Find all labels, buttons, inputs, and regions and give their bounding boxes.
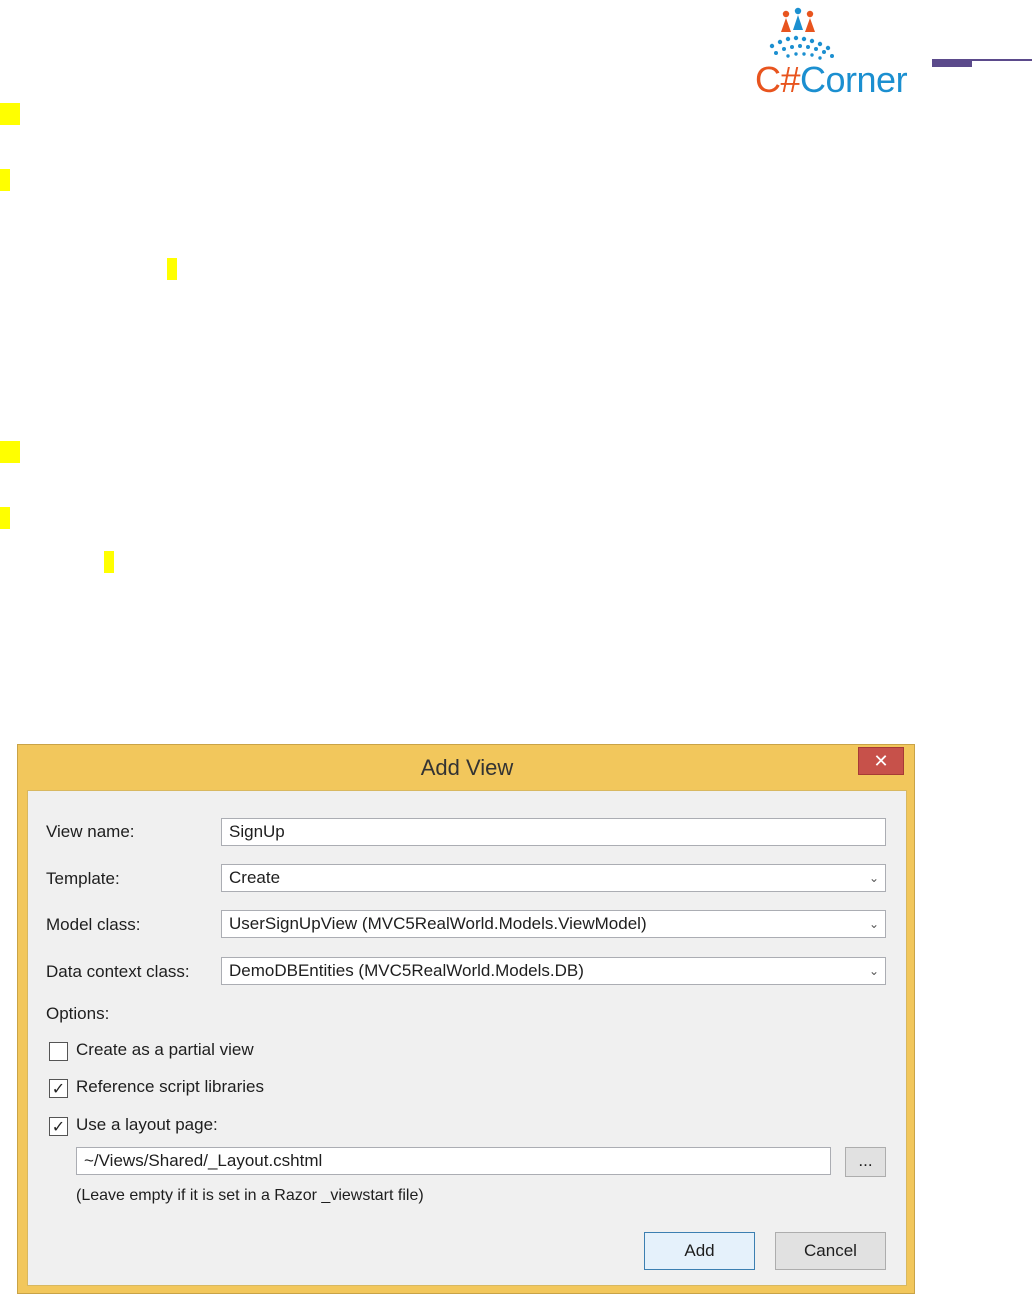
check-icon: ✓ bbox=[51, 1117, 66, 1136]
partial-view-label: Create as a partial view bbox=[76, 1040, 254, 1059]
data-context-value: DemoDBEntities (MVC5RealWorld.Models.DB) bbox=[229, 961, 584, 980]
layout-page-checkbox[interactable]: ✓ bbox=[49, 1117, 68, 1136]
view-name-label: View name: bbox=[46, 822, 135, 841]
data-context-select[interactable]: DemoDBEntities (MVC5RealWorld.Models.DB)… bbox=[221, 957, 886, 985]
browse-button[interactable]: ... bbox=[845, 1147, 886, 1177]
logo-wordmark: C#Corner bbox=[755, 59, 908, 100]
highlight-mark bbox=[104, 551, 114, 573]
reference-scripts-checkbox[interactable]: ✓ bbox=[49, 1079, 68, 1098]
dialog-client-area: View name: SignUp Template: Create ⌄ Mod… bbox=[27, 790, 907, 1286]
template-label: Template: bbox=[46, 869, 120, 888]
highlight-mark bbox=[0, 103, 20, 125]
layout-page-label: Use a layout page: bbox=[76, 1115, 218, 1134]
highlight-mark bbox=[0, 441, 20, 463]
options-label: Options: bbox=[46, 1004, 110, 1023]
highlight-mark bbox=[0, 507, 10, 529]
view-name-input[interactable]: SignUp bbox=[221, 818, 886, 846]
chevron-down-icon: ⌄ bbox=[868, 964, 879, 978]
layout-path-input[interactable]: ~/Views/Shared/_Layout.cshtml bbox=[76, 1147, 831, 1175]
layout-hint: (Leave empty if it is set in a Razor _vi… bbox=[76, 1187, 424, 1204]
check-icon: ✓ bbox=[51, 1079, 66, 1098]
logo-graphic-icon bbox=[769, 7, 834, 60]
header-divider-tab bbox=[932, 61, 972, 67]
add-button[interactable]: Add bbox=[644, 1232, 755, 1270]
add-view-dialog: Add View ✕ View name: SignUp Template: C… bbox=[17, 744, 915, 1294]
highlight-mark bbox=[0, 169, 10, 191]
reference-scripts-label: Reference script libraries bbox=[76, 1077, 265, 1096]
chevron-down-icon: ⌄ bbox=[868, 871, 879, 885]
model-class-select[interactable]: UserSignUpView (MVC5RealWorld.Models.Vie… bbox=[221, 910, 886, 938]
close-button[interactable]: ✕ bbox=[858, 747, 904, 775]
template-value: Create bbox=[229, 868, 281, 887]
template-select[interactable]: Create ⌄ bbox=[221, 864, 886, 892]
model-class-value: UserSignUpView (MVC5RealWorld.Models.Vie… bbox=[229, 914, 647, 933]
dialog-title: Add View bbox=[420, 755, 514, 780]
chevron-down-icon: ⌄ bbox=[868, 917, 879, 931]
highlight-mark bbox=[167, 258, 177, 280]
partial-view-checkbox[interactable] bbox=[49, 1042, 68, 1061]
cancel-button[interactable]: Cancel bbox=[775, 1232, 886, 1270]
close-icon: ✕ bbox=[873, 751, 889, 772]
model-class-label: Model class: bbox=[46, 915, 141, 934]
data-context-label: Data context class: bbox=[46, 962, 190, 981]
